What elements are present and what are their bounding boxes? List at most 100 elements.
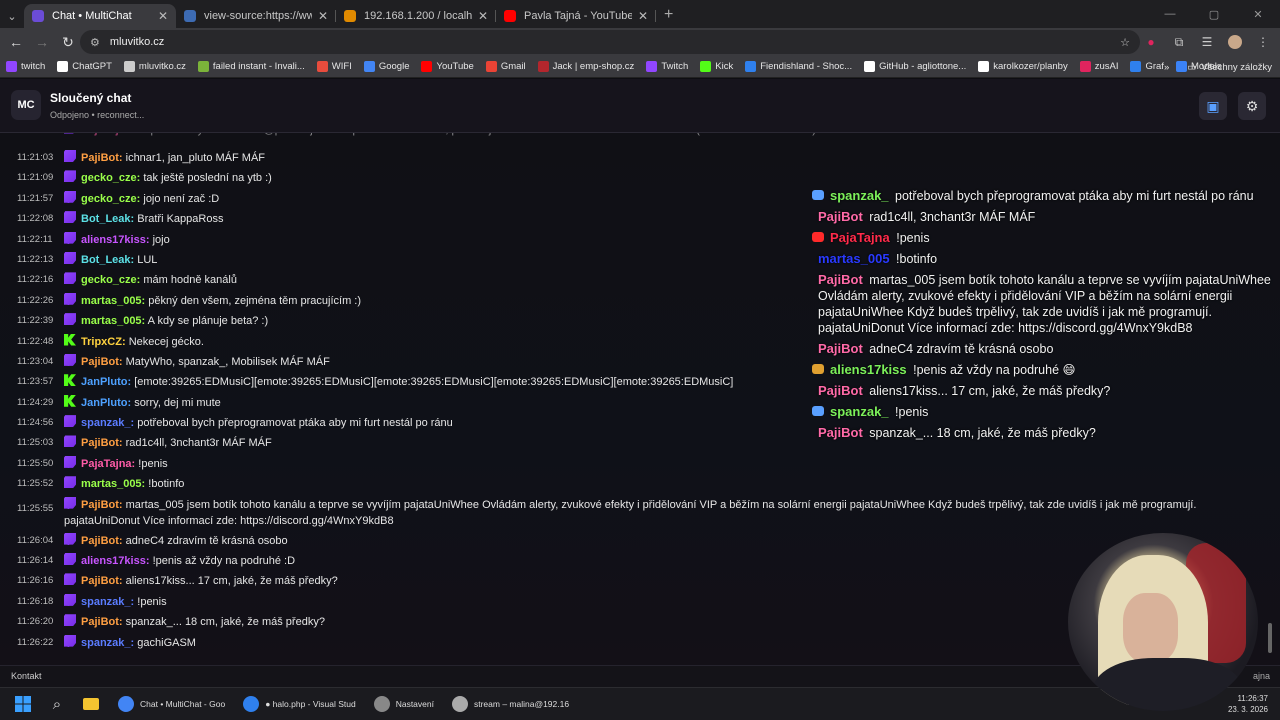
- bookmark-item[interactable]: Twitch: [646, 61, 688, 72]
- overlay-message: PajiBot aliens17kiss... 17 cm, jaké, že …: [812, 383, 1272, 399]
- bookmark-star-icon[interactable]: ☆: [1120, 36, 1130, 49]
- close-icon[interactable]: ✕: [638, 9, 648, 23]
- media-controls-icon[interactable]: ☰: [1196, 31, 1218, 53]
- close-icon[interactable]: ✕: [158, 9, 168, 23]
- bookmark-item[interactable]: karolkozer/planby: [978, 61, 1068, 72]
- message-user[interactable]: gecko_cze:: [81, 193, 140, 205]
- bookmark-item[interactable]: mluvitko.cz: [123, 61, 186, 72]
- tab-view-source[interactable]: view-source:https://www.mluvit ✕: [176, 4, 336, 28]
- bookmark-label: Jack | emp-shop.cz: [552, 61, 635, 72]
- message-user[interactable]: spanzak_:: [81, 596, 134, 608]
- message-text: gachiGASM: [137, 636, 196, 649]
- tab-search-icon[interactable]: ⌄: [0, 4, 24, 28]
- back-arrow-icon[interactable]: ←: [4, 30, 28, 54]
- bookmark-item[interactable]: Fiendishland - Shoc...: [745, 61, 852, 72]
- message-user[interactable]: TripxCZ:: [81, 336, 126, 348]
- message-user[interactable]: PajiBot:: [81, 437, 123, 449]
- taskbar-app[interactable]: Chat • MultiChat - Goo: [118, 696, 225, 712]
- search-icon[interactable]: ⌕: [42, 689, 72, 719]
- bookmark-item[interactable]: zusAI: [1079, 61, 1118, 72]
- profile-avatar-icon[interactable]: [1224, 31, 1246, 53]
- tab-chat[interactable]: Chat • MultiChat ✕: [24, 4, 176, 28]
- message-time: 11:22:11: [17, 233, 53, 245]
- bookmark-item[interactable]: GitHub - agliottone...: [864, 61, 966, 72]
- close-icon[interactable]: ✕: [478, 9, 488, 23]
- message-user[interactable]: PajiBot:: [81, 616, 123, 628]
- message-user[interactable]: aliens17kiss:: [81, 234, 150, 246]
- message-user[interactable]: PajaTajna:: [81, 458, 135, 470]
- extension-shield-icon[interactable]: ●: [1140, 31, 1162, 53]
- taskbar-app[interactable]: ● halo.php - Visual Stud: [243, 696, 356, 712]
- message-text: jojo není zač :D: [143, 192, 220, 205]
- bookmark-item[interactable]: YouTube: [421, 61, 474, 72]
- more-bookmarks-button[interactable]: »: [1164, 62, 1169, 73]
- message-user[interactable]: PajiBot:: [81, 356, 123, 368]
- file-explorer-icon[interactable]: [76, 689, 106, 719]
- connection-status: Odpojeno • reconnect...: [50, 110, 145, 120]
- overlay-window-button[interactable]: ▣: [1199, 92, 1227, 120]
- bookmark-item[interactable]: failed instant - Invali...: [197, 61, 305, 72]
- bookmark-item[interactable]: WIFI: [316, 61, 352, 72]
- tab-youtube[interactable]: Pavla Tajná - YouTube ✕: [496, 4, 656, 28]
- table-row: 11:23:04 PajiBot: MatyWho, spanzak_, Mobi…: [0, 352, 800, 372]
- app-logo: MC: [11, 90, 41, 120]
- message-user[interactable]: Bot_Leak:: [81, 254, 134, 266]
- message-user[interactable]: gecko_cze:: [81, 274, 140, 286]
- table-row: 11:22:26 martas_005: pěkný den všem, zejm…: [0, 291, 800, 311]
- message-user[interactable]: PajiBot:: [81, 499, 123, 511]
- reload-icon[interactable]: ↻: [56, 30, 80, 54]
- message-user[interactable]: gecko_cze:: [81, 172, 140, 184]
- bookmark-item[interactable]: ChatGPT: [57, 61, 112, 72]
- scrollbar[interactable]: [1268, 623, 1272, 653]
- message-user[interactable]: JanPluto:: [81, 397, 131, 409]
- message-user[interactable]: spanzak_:: [81, 637, 134, 649]
- table-row: 11:22:16 gecko_cze: mám hodně kanálů: [0, 270, 800, 290]
- all-bookmarks[interactable]: » ▭ Všechny záložky: [1164, 56, 1272, 78]
- close-window-button[interactable]: ✕: [1236, 0, 1280, 28]
- all-bookmarks-label: Všechny záložky: [1201, 61, 1272, 73]
- message-user[interactable]: PajiBot:: [81, 575, 123, 587]
- message-text: MatyWho, spanzak_, Mobilisek MÁF MÁF: [125, 355, 330, 368]
- tab-phpmyadmin[interactable]: 192.168.1.200 / localhost / mlu ✕: [336, 4, 496, 28]
- extensions-puzzle-icon[interactable]: ⧉: [1168, 31, 1190, 53]
- forward-arrow-icon[interactable]: →: [30, 30, 54, 54]
- settings-button[interactable]: ⚙: [1238, 92, 1266, 120]
- message-user[interactable]: martas_005:: [81, 478, 145, 490]
- close-icon[interactable]: ✕: [318, 9, 328, 23]
- twitch-icon: [64, 415, 76, 428]
- message-user[interactable]: Bot_Leak:: [81, 213, 134, 225]
- bookmark-favicon-icon: [6, 61, 17, 72]
- url-input[interactable]: ⚙ mluvitko.cz ☆: [80, 30, 1140, 54]
- message-user[interactable]: aliens17kiss:: [81, 555, 150, 567]
- maximize-button[interactable]: ▢: [1192, 0, 1236, 28]
- table-row: 11:26:04 PajiBot: adneC4 zdravím tě krásn…: [0, 531, 800, 551]
- bookmark-item[interactable]: Graf: [1130, 61, 1164, 72]
- taskbar-app[interactable]: stream – malina@192.16: [451, 696, 569, 712]
- bookmark-item[interactable]: Kick: [700, 61, 733, 72]
- table-row: 11:21:09 gecko_cze: tak ještě poslední na…: [0, 168, 800, 188]
- bookmark-item[interactable]: twitch: [6, 61, 45, 72]
- bookmark-label: Google: [378, 61, 410, 72]
- message-user[interactable]: JanPluto:: [81, 376, 131, 388]
- overlay-user: PajiBot: [818, 272, 863, 287]
- browser-menu-icon[interactable]: ⋮: [1252, 31, 1274, 53]
- message-time: 11:22:39: [17, 315, 54, 327]
- message-user[interactable]: spanzak_:: [81, 417, 134, 429]
- bookmark-item[interactable]: Jack | emp-shop.cz: [537, 61, 635, 72]
- message-user[interactable]: martas_005:: [81, 315, 145, 327]
- windows-start-icon[interactable]: [8, 689, 38, 719]
- message-user[interactable]: PajiBot:: [81, 152, 123, 164]
- window-icon: ▣: [1206, 97, 1220, 114]
- bookmark-item[interactable]: Gmail: [485, 61, 526, 72]
- table-row: 11:24:29 JanPluto: sorry, dej mi mute: [0, 393, 800, 413]
- site-info-icon[interactable]: ⚙: [90, 36, 100, 49]
- taskbar-app[interactable]: Nastavení: [373, 696, 434, 712]
- message-user[interactable]: martas_005:: [81, 295, 145, 307]
- bookmark-item[interactable]: Google: [363, 61, 410, 72]
- minimize-button[interactable]: —: [1148, 0, 1192, 28]
- system-clock[interactable]: 11:26:37 23. 3. 2026: [1228, 693, 1268, 715]
- contact-link[interactable]: Kontakt: [11, 671, 42, 681]
- tab-title: Chat • MultiChat: [52, 10, 132, 22]
- message-user[interactable]: PajiBot:: [81, 535, 123, 547]
- new-tab-button[interactable]: +: [664, 6, 673, 24]
